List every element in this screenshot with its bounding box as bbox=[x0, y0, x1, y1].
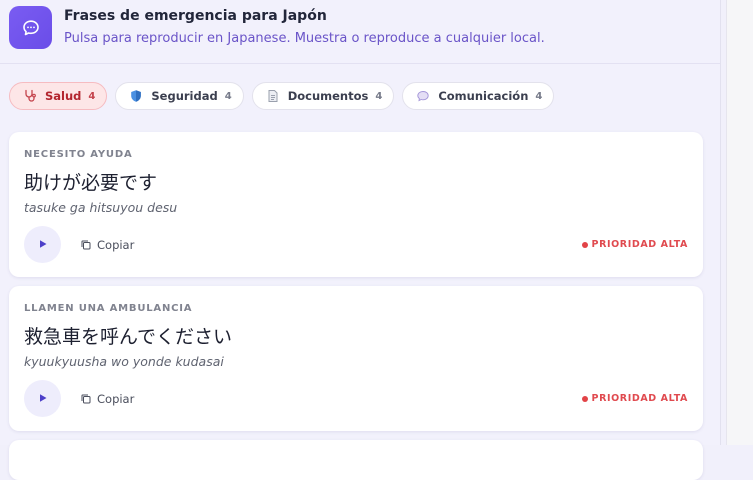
phrase-label: LLAMEN UNA AMBULANCIA bbox=[24, 303, 193, 314]
tab-documentos[interactable]: Documentos 4 bbox=[251, 82, 395, 110]
play-icon bbox=[38, 391, 48, 406]
phrase-romaji: tasuke ga hitsuyou desu bbox=[24, 200, 178, 215]
copy-button[interactable]: Copiar bbox=[80, 390, 134, 408]
priority-badge: PRIORIDAD ALTA bbox=[581, 239, 689, 250]
tab-comunicacion[interactable]: Comunicación 4 bbox=[402, 82, 555, 110]
phrase-card: LLAMEN UNA AMBULANCIA 救急車を呼んでください kyuuky… bbox=[9, 286, 703, 431]
document-icon bbox=[266, 89, 280, 103]
play-button[interactable] bbox=[24, 226, 61, 263]
priority-dot bbox=[581, 395, 588, 402]
copy-icon bbox=[80, 239, 92, 251]
tab-count: 4 bbox=[88, 90, 96, 102]
tab-seguridad[interactable]: Seguridad 4 bbox=[115, 82, 244, 110]
phrase-japanese: 救急車を呼んでください bbox=[24, 326, 233, 348]
speech-bubble-icon bbox=[416, 89, 430, 103]
priority-dot bbox=[581, 241, 588, 248]
priority-badge: PRIORIDAD ALTA bbox=[581, 393, 689, 404]
phrase-card bbox=[9, 440, 703, 480]
priority-label: PRIORIDAD ALTA bbox=[591, 393, 688, 404]
copy-button[interactable]: Copiar bbox=[80, 236, 134, 254]
phrase-label: NECESITO AYUDA bbox=[24, 149, 133, 160]
tab-label: Salud bbox=[45, 89, 82, 103]
page-title: Frases de emergencia para Japón bbox=[64, 8, 327, 24]
phrase-japanese: 助けが必要です bbox=[24, 172, 158, 194]
phrases-panel: Frases de emergencia para Japón Pulsa pa… bbox=[0, 0, 721, 480]
tab-label: Documentos bbox=[287, 89, 369, 103]
phrase-romaji: kyuukyuusha wo yonde kudasai bbox=[24, 354, 224, 369]
shield-icon bbox=[129, 89, 143, 103]
phrase-card: NECESITO AYUDA 助けが必要です tasuke ga hitsuyo… bbox=[9, 132, 703, 277]
category-tabs: Salud 4 Seguridad 4 Documentos 4 Comunic… bbox=[9, 82, 555, 112]
tab-label: Comunicación bbox=[438, 89, 529, 103]
copy-icon bbox=[80, 393, 92, 405]
copy-label: Copiar bbox=[97, 238, 135, 252]
tab-label: Seguridad bbox=[151, 89, 218, 103]
play-icon bbox=[38, 237, 48, 252]
tab-count: 4 bbox=[375, 90, 383, 102]
header-divider bbox=[0, 63, 720, 64]
chat-bubble-icon bbox=[9, 6, 52, 49]
stethoscope-icon bbox=[23, 89, 37, 103]
priority-label: PRIORIDAD ALTA bbox=[591, 239, 688, 250]
copy-label: Copiar bbox=[97, 392, 135, 406]
tab-count: 4 bbox=[535, 90, 543, 102]
play-button[interactable] bbox=[24, 380, 61, 417]
tab-count: 4 bbox=[224, 90, 232, 102]
page-subtitle: Pulsa para reproducir en Japanese. Muest… bbox=[64, 31, 545, 46]
tab-salud[interactable]: Salud 4 bbox=[9, 82, 108, 110]
scrollbar[interactable] bbox=[726, 0, 753, 445]
